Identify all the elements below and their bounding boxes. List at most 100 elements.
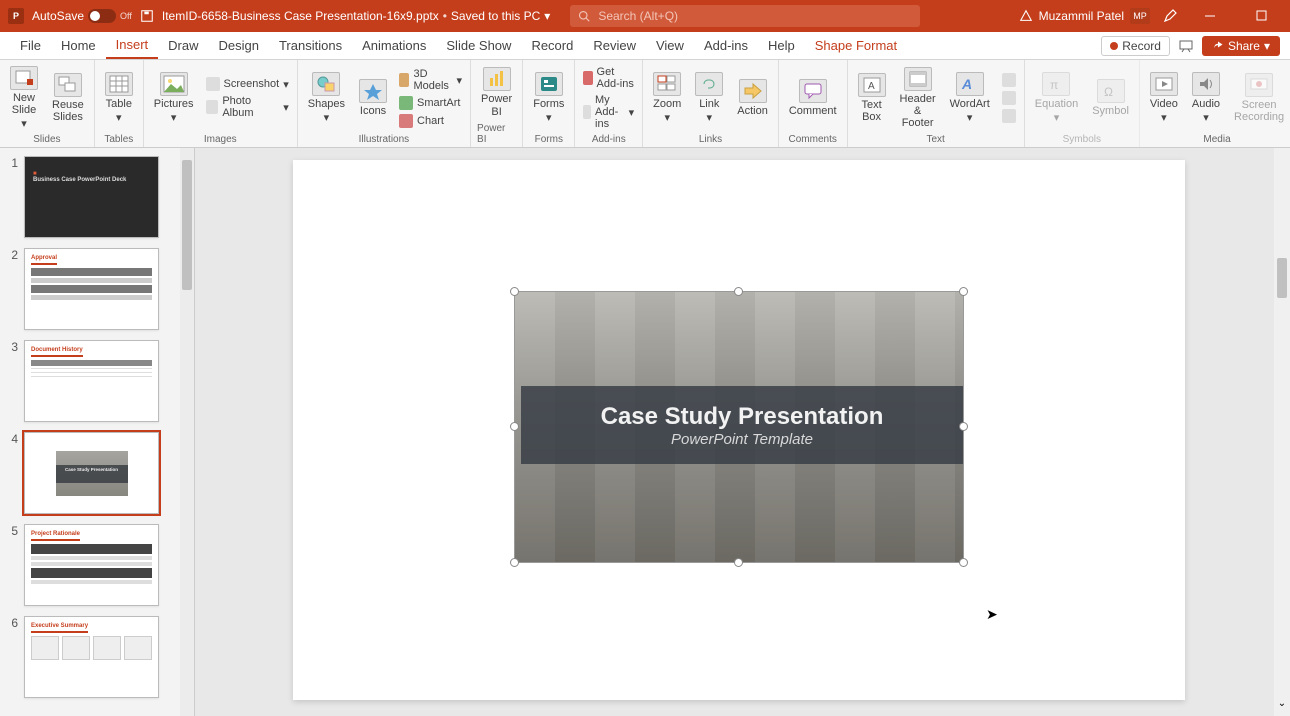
user-account[interactable]: Muzammil Patel MP xyxy=(1019,8,1150,24)
icons-icon xyxy=(359,79,387,103)
link-button[interactable]: Link▾ xyxy=(691,70,727,126)
audio-icon xyxy=(1192,72,1220,96)
screen-recording-button[interactable]: Screen Recording xyxy=(1230,71,1288,125)
slide-thumbnail[interactable]: 2 Approval xyxy=(0,240,194,332)
audio-button[interactable]: Audio▾ xyxy=(1188,70,1224,126)
powerbi-button[interactable]: Power BI xyxy=(477,65,516,119)
share-button[interactable]: Share▾ xyxy=(1202,36,1280,56)
tab-insert[interactable]: Insert xyxy=(106,32,159,59)
scrollbar-handle[interactable] xyxy=(182,160,192,290)
resize-handle[interactable] xyxy=(959,287,968,296)
smartart-button[interactable]: SmartArt xyxy=(397,95,464,111)
date-icon xyxy=(1002,73,1016,87)
date-time-button[interactable] xyxy=(1000,72,1018,88)
smartart-icon xyxy=(399,96,413,110)
filename[interactable]: ItemID-6658-Business Case Presentation-1… xyxy=(162,9,550,23)
reuse-slides-button[interactable]: Reuse Slides xyxy=(48,71,88,125)
resize-handle[interactable] xyxy=(510,287,519,296)
symbol-button[interactable]: ΩSymbol xyxy=(1088,77,1133,119)
equation-button[interactable]: πEquation▾ xyxy=(1031,70,1082,126)
table-button[interactable]: Table▾ xyxy=(101,70,137,126)
tab-file[interactable]: File xyxy=(10,32,51,59)
forms-icon xyxy=(535,72,563,96)
canvas-scrollbar[interactable]: ⌄ xyxy=(1274,148,1290,716)
autosave-state: Off xyxy=(120,11,132,21)
resize-handle[interactable] xyxy=(734,287,743,296)
cube-icon xyxy=(399,73,409,87)
tab-animations[interactable]: Animations xyxy=(352,32,436,59)
my-addins-button[interactable]: My Add-ins▾ xyxy=(581,93,636,131)
tab-transitions[interactable]: Transitions xyxy=(269,32,352,59)
ribbon-group-powerbi: Power BI Power BI xyxy=(471,60,523,147)
symbol-icon: Ω xyxy=(1097,79,1125,103)
scroll-down-icon[interactable]: ⌄ xyxy=(1274,698,1290,714)
ribbon-group-tables: Table▾ Tables xyxy=(95,60,144,147)
slide-thumbnail[interactable]: 5 Project Rationale xyxy=(0,516,194,608)
resize-handle[interactable] xyxy=(510,558,519,567)
get-addins-button[interactable]: Get Add-ins xyxy=(581,65,636,91)
resize-handle[interactable] xyxy=(510,422,519,431)
ribbon-group-media: Video▾ Audio▾ Screen Recording Media xyxy=(1140,60,1290,147)
slide-thumbnail[interactable]: 4 Case Study Presentation xyxy=(0,424,194,516)
tab-record[interactable]: Record xyxy=(521,32,583,59)
pictures-icon xyxy=(160,72,188,96)
tab-draw[interactable]: Draw xyxy=(158,32,208,59)
textbox-button[interactable]: AText Box xyxy=(854,71,890,125)
scrollbar-handle[interactable] xyxy=(1277,258,1287,298)
tab-review[interactable]: Review xyxy=(583,32,646,59)
wordart-icon: A xyxy=(956,72,984,96)
pictures-button[interactable]: Pictures▾ xyxy=(150,70,198,126)
screenshot-button[interactable]: Screenshot▾ xyxy=(204,76,291,92)
share-icon xyxy=(1212,40,1224,52)
slide-number-button[interactable] xyxy=(1000,90,1018,106)
resize-handle[interactable] xyxy=(734,558,743,567)
comment-button[interactable]: Comment xyxy=(785,77,841,119)
autosave-toggle[interactable]: AutoSave Off xyxy=(32,9,132,23)
inserted-image[interactable]: Case Study Presentation PowerPoint Templ… xyxy=(515,292,963,562)
forms-button[interactable]: Forms▾ xyxy=(529,70,568,126)
chart-button[interactable]: Chart xyxy=(397,113,464,129)
tab-addins[interactable]: Add-ins xyxy=(694,32,758,59)
slide-canvas[interactable]: Case Study Presentation PowerPoint Templ… xyxy=(195,148,1290,716)
resize-handle[interactable] xyxy=(959,558,968,567)
slide-thumbnail[interactable]: 1 ■Business Case PowerPoint Deck xyxy=(0,148,194,240)
toggle-switch[interactable] xyxy=(88,9,116,23)
zoom-button[interactable]: Zoom▾ xyxy=(649,70,685,126)
image-subtitle: PowerPoint Template xyxy=(671,431,813,448)
icons-button[interactable]: Icons xyxy=(355,77,391,119)
pen-icon[interactable] xyxy=(1162,8,1178,24)
comment-icon xyxy=(799,79,827,103)
minimize-button[interactable] xyxy=(1190,0,1230,32)
tab-home[interactable]: Home xyxy=(51,32,106,59)
record-button[interactable]: Record xyxy=(1101,36,1170,56)
new-slide-button[interactable]: New Slide▾ xyxy=(6,64,42,132)
wordart-button[interactable]: AWordArt▾ xyxy=(946,70,994,126)
save-icon[interactable] xyxy=(140,9,154,23)
search-input[interactable]: Search (Alt+Q) xyxy=(570,5,920,27)
video-button[interactable]: Video▾ xyxy=(1146,70,1182,126)
object-icon xyxy=(1002,109,1016,123)
tab-view[interactable]: View xyxy=(646,32,694,59)
reuse-slides-icon xyxy=(54,73,82,97)
tab-design[interactable]: Design xyxy=(209,32,269,59)
action-button[interactable]: Action xyxy=(733,77,772,119)
ribbon-group-illustrations: Shapes▾ Icons 3D Models▾ SmartArt Chart … xyxy=(298,60,471,147)
maximize-button[interactable] xyxy=(1242,0,1282,32)
object-button[interactable] xyxy=(1000,108,1018,124)
slide-thumbnail[interactable]: 3 Document History xyxy=(0,332,194,424)
tab-help[interactable]: Help xyxy=(758,32,805,59)
shapes-button[interactable]: Shapes▾ xyxy=(304,70,349,126)
selected-image-object[interactable]: Case Study Presentation PowerPoint Templ… xyxy=(515,292,963,562)
slide-thumbnail[interactable]: 6 Executive Summary xyxy=(0,608,194,700)
tab-slide-show[interactable]: Slide Show xyxy=(436,32,521,59)
tab-shape-format[interactable]: Shape Format xyxy=(805,32,907,59)
image-title: Case Study Presentation xyxy=(601,403,884,431)
resize-handle[interactable] xyxy=(959,422,968,431)
slide[interactable]: Case Study Presentation PowerPoint Templ… xyxy=(293,160,1185,700)
powerbi-icon xyxy=(483,67,511,91)
header-footer-button[interactable]: Header & Footer xyxy=(896,65,940,131)
present-icon[interactable] xyxy=(1178,38,1194,54)
3d-models-button[interactable]: 3D Models▾ xyxy=(397,67,464,93)
thumbnails-scrollbar[interactable] xyxy=(180,148,194,716)
photo-album-button[interactable]: Photo Album▾ xyxy=(204,94,291,120)
